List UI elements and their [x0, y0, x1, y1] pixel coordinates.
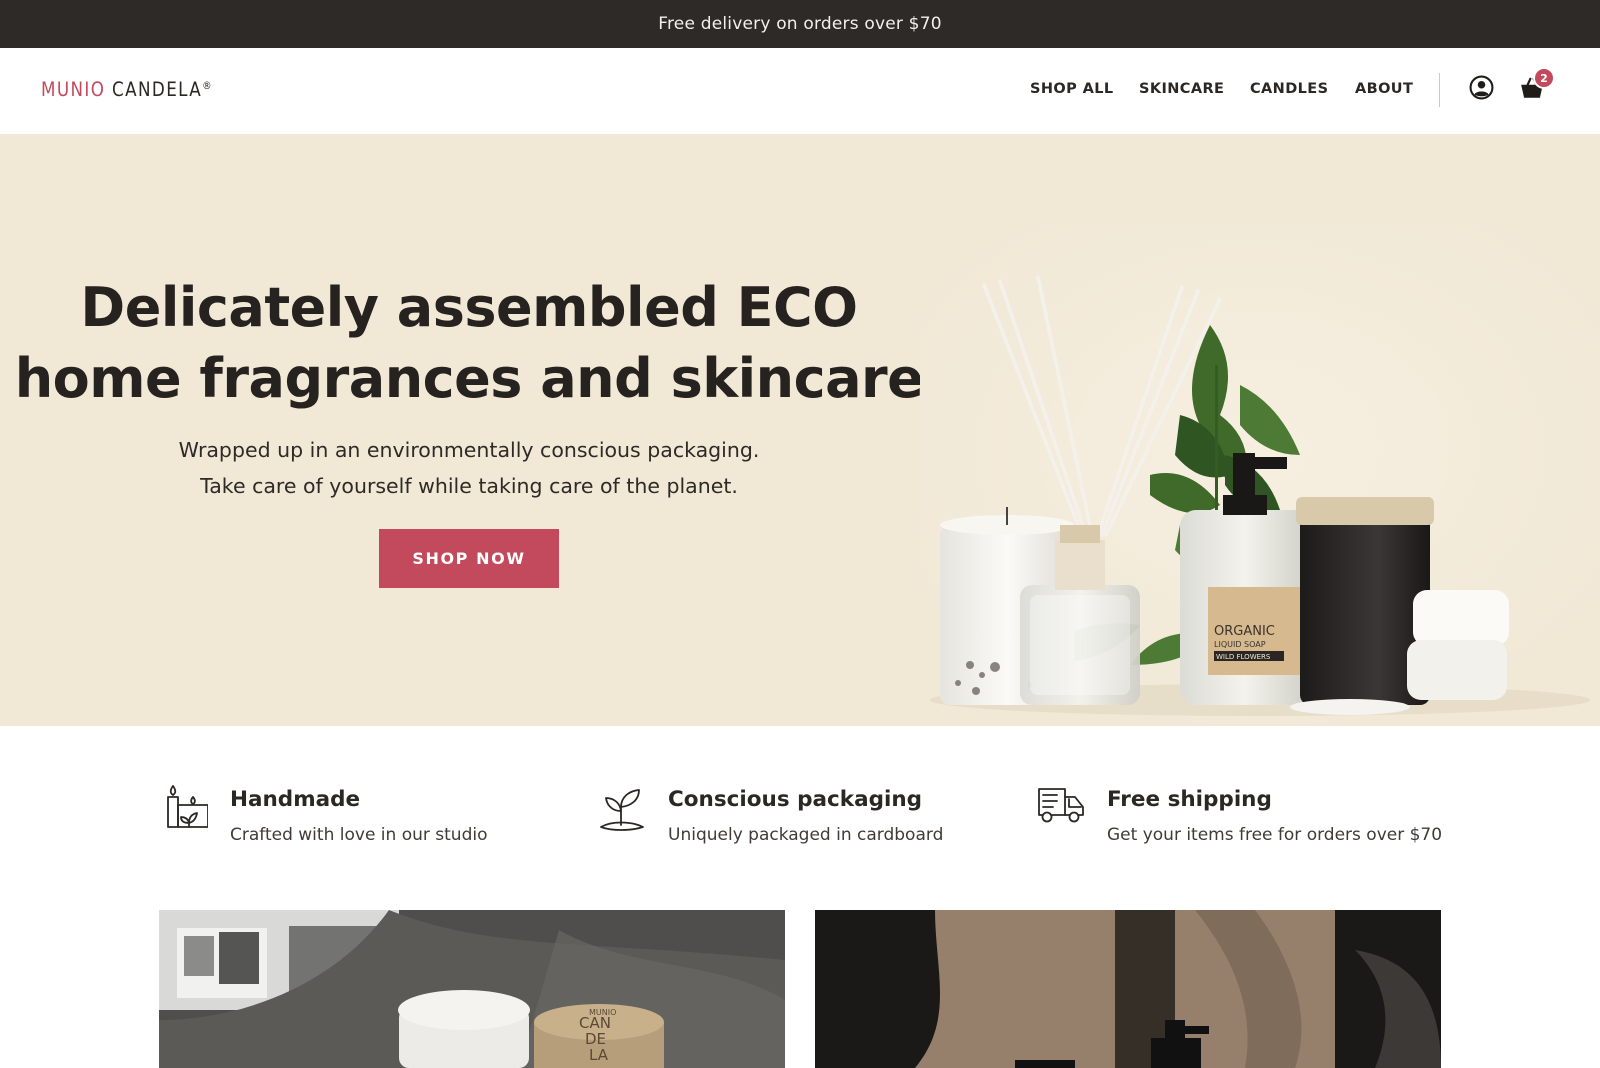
brand-name-part1: MUNIO: [41, 78, 106, 101]
nav-about[interactable]: ABOUT: [1355, 81, 1413, 97]
nav-shop-all[interactable]: SHOP ALL: [1030, 81, 1113, 97]
hero-title: Delicately assembled ECO home fragrances…: [0, 272, 938, 414]
candles-photo: MUNIO CAN DE LA: [159, 910, 785, 1068]
skincare-photo: [815, 910, 1441, 1068]
hero-title-line-2: home fragrances and skincare: [14, 347, 924, 410]
brand-logo[interactable]: MUNIO CANDELA®: [41, 78, 213, 101]
category-tile-skincare[interactable]: [815, 910, 1441, 1068]
nav-skincare[interactable]: SKINCARE: [1139, 81, 1224, 97]
cart-count-badge: 2: [1533, 67, 1555, 89]
soap-label-line-2: LIQUID SOAP: [1214, 640, 1266, 649]
brand-name-part2: CANDELA: [112, 78, 203, 101]
feature-description: Get your items free for orders over $70: [1107, 825, 1443, 845]
feature-description: Crafted with love in our studio: [230, 825, 488, 845]
announcement-text: Free delivery on orders over $70: [658, 14, 942, 34]
feature-description: Uniquely packaged in cardboard: [668, 825, 944, 845]
hero-product-image: ORGANIC LIQUID SOAP WILD FLOWERS: [920, 225, 1600, 725]
category-tile-candles[interactable]: MUNIO CAN DE LA: [159, 910, 785, 1068]
shop-now-button[interactable]: SHOP NOW: [379, 529, 559, 588]
site-header: MUNIO CANDELA® SHOP ALL SKINCARE CANDLES…: [0, 48, 1600, 135]
nav-divider: [1439, 73, 1440, 107]
hero-title-line-1: Delicately assembled ECO: [80, 276, 858, 339]
registered-mark: ®: [202, 79, 213, 92]
soap-label-line-1: ORGANIC: [1214, 624, 1275, 639]
soap-label-line-3: WILD FLOWERS: [1216, 653, 1271, 661]
candles-icon: [167, 785, 208, 828]
hero-subtitle-line-1: Wrapped up in an environmentally conscio…: [178, 438, 760, 462]
hero-section: Delicately assembled ECO home fragrances…: [0, 135, 1600, 726]
sprout-icon: [600, 789, 644, 831]
user-circle-icon: [1469, 75, 1494, 100]
announcement-bar: Free delivery on orders over $70: [0, 0, 1600, 48]
feature-title: Free shipping: [1107, 787, 1272, 812]
hero-subtitle-line-2: Take care of yourself while taking care …: [200, 474, 738, 498]
feature-title: Conscious packaging: [668, 787, 923, 812]
nav-candles[interactable]: CANDLES: [1250, 81, 1328, 97]
feature-title: Handmade: [230, 787, 361, 812]
truck-icon: [1038, 788, 1084, 823]
lid-text-4: LA: [589, 1046, 609, 1064]
account-button[interactable]: [1469, 75, 1494, 104]
hero-subtitle: Wrapped up in an environmentally conscio…: [0, 432, 938, 504]
